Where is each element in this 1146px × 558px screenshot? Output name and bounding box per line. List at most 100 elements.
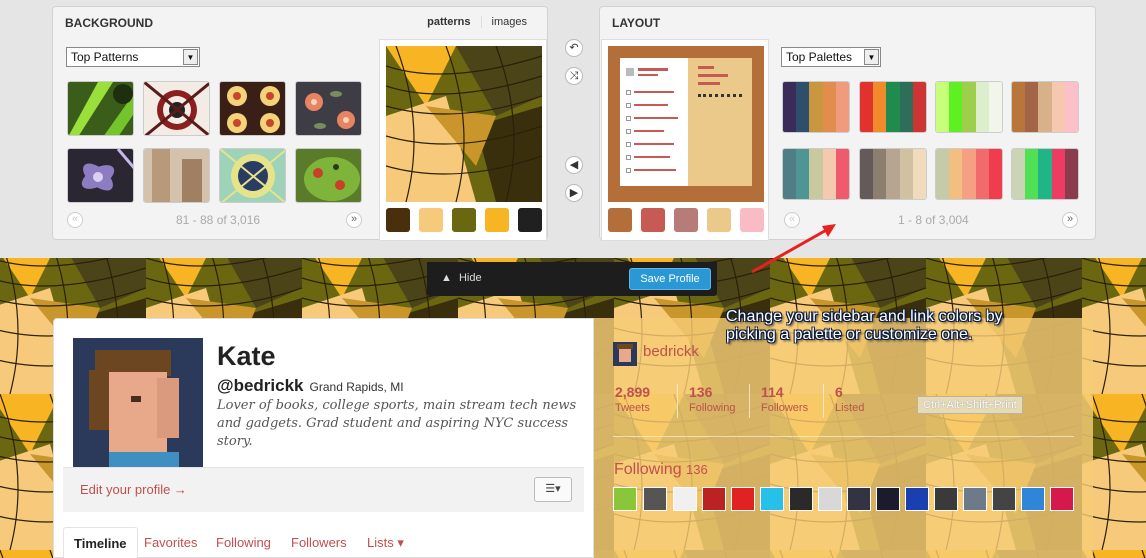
undo-icon[interactable]: ↶ [565,39,583,57]
pattern-thumb[interactable] [219,81,286,136]
stat-value: 6 [835,384,843,400]
following-avatar[interactable] [992,487,1016,511]
arrow-left-icon[interactable]: ◀ [565,156,583,174]
following-avatar[interactable] [613,487,637,511]
save-profile-button[interactable]: Save Profile [629,268,711,290]
following-avatar[interactable] [934,487,958,511]
stat-listed[interactable]: 6 Listed [823,384,876,418]
following-avatar[interactable] [847,487,871,511]
stat-label: Followers [761,402,809,414]
palette-color [936,82,950,132]
pattern-thumb[interactable] [295,81,362,136]
shuffle-icon[interactable]: ⤨ [565,67,583,85]
palette-color [1051,82,1065,132]
palette-option[interactable] [1011,148,1079,200]
palette-color [899,149,913,199]
tab-followers[interactable]: Followers [291,527,347,558]
profile-tabs: Timeline Favorites Following Followers L… [63,527,584,558]
edit-profile-link[interactable]: Edit your profile → [80,482,187,497]
layout-color-swatch[interactable] [608,208,632,232]
palette-option[interactable] [1011,81,1079,133]
following-avatar[interactable] [731,487,755,511]
stat-value: 136 [689,384,713,400]
tab-favorites[interactable]: Favorites [144,527,197,558]
palette-color [886,149,900,199]
pattern-thumb[interactable] [67,148,134,203]
profile-card: Kate @bedrickk Grand Rapids, MI Lover of … [53,318,594,558]
pattern-thumb[interactable] [219,148,286,203]
palette-option[interactable] [859,81,927,133]
hide-button[interactable]: ▲ Hide [441,272,482,284]
pattern-color-swatch[interactable] [452,208,476,232]
tab-timeline[interactable]: Timeline [63,527,138,558]
palette-color [1051,149,1065,199]
following-avatar[interactable] [789,487,813,511]
stat-followers[interactable]: 114 Followers [749,384,820,418]
following-count: 136 [686,462,708,477]
palette-color [1038,82,1052,132]
pattern-preview-image [386,46,542,202]
pattern-thumb[interactable] [295,148,362,203]
layout-color-swatch[interactable] [707,208,731,232]
pattern-color-swatch[interactable] [386,208,410,232]
palette-color [936,149,950,199]
background-tabs: patterns images [417,16,537,28]
tab-patterns[interactable]: patterns [417,16,480,28]
palettes-select[interactable]: Top Palettes ▼ [781,47,881,67]
palette-option[interactable] [782,148,850,200]
following-avatar[interactable] [702,487,726,511]
following-avatar[interactable] [818,487,842,511]
layout-panel: LAYOUT Top Palettes ▼ « 1 - 8 of 3,004 » [599,6,1096,241]
pattern-thumb[interactable] [143,148,210,203]
palette-color [949,149,963,199]
layout-preview [601,39,769,241]
pattern-thumb[interactable] [143,81,210,136]
following-avatar[interactable] [963,487,987,511]
avatar[interactable] [73,338,203,468]
pattern-color-swatch[interactable] [518,208,542,232]
palette-color [796,82,810,132]
pattern-color-swatch[interactable] [485,208,509,232]
palette-option[interactable] [935,81,1003,133]
sidebar-handle[interactable]: bedrickk [643,343,699,360]
triangle-up-icon: ▲ [441,272,452,284]
following-heading[interactable]: Following 136 [614,461,708,479]
layout-color-swatch[interactable] [674,208,698,232]
following-avatar[interactable] [760,487,784,511]
tab-images[interactable]: images [480,16,537,28]
palette-option[interactable] [782,81,850,133]
palette-color [873,82,887,132]
layout-color-swatch[interactable] [641,208,665,232]
stat-following[interactable]: 136 Following [677,384,747,418]
palette-option[interactable] [935,148,1003,200]
pattern-preview [379,39,547,241]
stat-label: Tweets [615,402,650,414]
pattern-color-swatch[interactable] [419,208,443,232]
following-avatar[interactable] [643,487,667,511]
pattern-thumb[interactable] [67,81,134,136]
profile-sidebar: bedrickk 2,899 Tweets 136 Following 114 … [594,318,1093,558]
following-avatar[interactable] [1050,487,1074,511]
sidebar-avatar[interactable] [613,342,637,366]
annotation-text: Change your sidebar and link colors by p… [726,308,1003,343]
following-avatar[interactable] [905,487,929,511]
arrow-right-icon[interactable]: ▶ [565,184,583,202]
patterns-select[interactable]: Top Patterns ▼ [66,47,200,67]
tab-lists[interactable]: Lists ▾ [367,527,404,558]
palette-color [835,149,849,199]
next-page-button[interactable]: » [1062,212,1078,228]
next-page-button[interactable]: » [346,212,362,228]
tab-following[interactable]: Following [216,527,271,558]
palette-color [783,149,797,199]
annotation-arrow [751,224,836,274]
palette-color [783,82,797,132]
palette-option[interactable] [859,148,927,200]
palettes-pager: 1 - 8 of 3,004 [898,213,969,227]
following-avatar[interactable] [673,487,697,511]
stat-tweets[interactable]: 2,899 Tweets [615,384,662,418]
prev-page-button[interactable]: « [67,212,83,228]
following-avatar[interactable] [1021,487,1045,511]
palette-color [912,149,926,199]
following-avatar[interactable] [876,487,900,511]
list-options-button[interactable]: ☰▾ [534,477,572,502]
